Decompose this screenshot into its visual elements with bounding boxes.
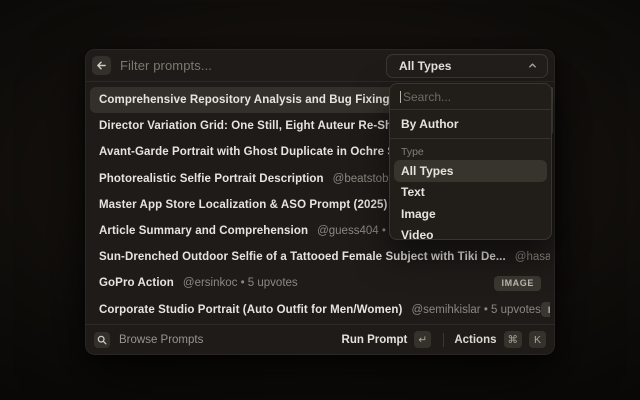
type-select-value: All Types	[399, 59, 451, 73]
prompt-row[interactable]: Sun-Drenched Outdoor Selfie of a Tattooe…	[90, 244, 550, 270]
k-key-icon: K	[529, 331, 546, 348]
actions-button[interactable]: Actions	[454, 334, 496, 346]
enter-key-icon: ↵	[414, 331, 431, 348]
prompt-type-badge: IMAGE	[541, 302, 550, 317]
command-key-icon: ⌘	[504, 331, 523, 348]
prompt-meta: @semihkislar • 5 upvotes	[411, 304, 540, 316]
prompt-row[interactable]: Corporate Studio Portrait (Auto Outfit f…	[90, 297, 550, 323]
dropdown-search-input[interactable]: Search...	[390, 84, 551, 110]
dropdown-option[interactable]: Image	[394, 203, 547, 225]
browse-prompts-label: Browse Prompts	[119, 334, 203, 346]
arrow-left-icon	[96, 60, 107, 71]
prompt-row[interactable]: GoPro Action @ersinkoc • 5 upvotes IMAGE	[90, 270, 550, 296]
prompt-meta: @ersinkoc • 5 upvotes	[183, 277, 298, 289]
divider	[443, 333, 444, 347]
footer-actions: Run Prompt ↵ Actions ⌘ K	[342, 331, 546, 348]
dropdown-search-placeholder: Search...	[403, 90, 451, 104]
type-filter-select[interactable]: All Types	[386, 54, 548, 78]
prompt-type-badge: IMAGE	[494, 276, 541, 291]
dropdown-section-label: Type	[390, 139, 551, 160]
dropdown-option[interactable]: Video	[394, 225, 547, 241]
back-button[interactable]	[92, 56, 111, 75]
prompt-title: Director Variation Grid: One Still, Eigh…	[99, 120, 417, 132]
dropdown-option[interactable]: All Types	[394, 160, 547, 182]
dropdown-option[interactable]: Text	[394, 182, 547, 204]
prompt-title: GoPro Action	[99, 277, 174, 289]
prompt-title: Avant-Garde Portrait with Ghost Duplicat…	[99, 146, 424, 158]
prompt-meta: @hasangariban • 5 upvotes	[515, 251, 550, 263]
search-icon	[94, 332, 110, 348]
dropdown-options: All TypesTextImageVideo	[390, 160, 551, 240]
run-prompt-button[interactable]: Run Prompt	[342, 334, 408, 346]
chevron-up-icon	[528, 61, 537, 70]
palette-header: Filter prompts... All Types	[86, 50, 554, 82]
prompt-title: Photorealistic Selfie Portrait Descripti…	[99, 173, 324, 185]
prompt-palette-window: Filter prompts... All Types Comprehensiv…	[85, 49, 555, 355]
type-filter-dropdown: Search... By Author Type All TypesTextIm…	[389, 83, 552, 240]
desktop-background: Filter prompts... All Types Comprehensiv…	[0, 0, 640, 400]
text-cursor	[400, 91, 401, 103]
prompt-title: Corporate Studio Portrait (Auto Outfit f…	[99, 304, 402, 316]
dropdown-item-by-author[interactable]: By Author	[390, 110, 551, 138]
filter-prompts-input[interactable]: Filter prompts...	[120, 58, 386, 73]
palette-footer: Browse Prompts Run Prompt ↵ Actions ⌘ K	[86, 324, 554, 354]
prompt-title: Article Summary and Comprehension	[99, 225, 308, 237]
prompt-title: Sun-Drenched Outdoor Selfie of a Tattooe…	[99, 251, 506, 263]
